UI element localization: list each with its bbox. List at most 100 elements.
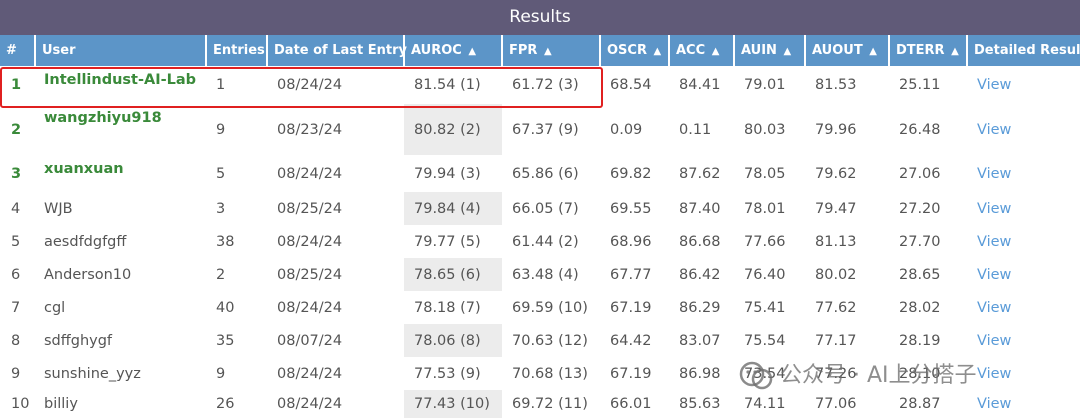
acc-cell: 84.41 — [679, 77, 721, 93]
dterr-cell: 26.48 — [899, 121, 941, 138]
header-auin-label: AUIN — [741, 43, 777, 58]
header-auroc[interactable]: AUROC ▲ — [404, 35, 503, 66]
date-cell: 08/24/24 — [277, 77, 343, 93]
rank-cell: 7 — [11, 299, 21, 316]
header-fpr[interactable]: FPR ▲ — [502, 35, 601, 66]
header-entries[interactable]: Entries — [206, 35, 268, 66]
fpr-cell: 70.68 (13) — [512, 365, 588, 382]
rank-cell: 5 — [11, 233, 21, 250]
date-cell: 08/24/24 — [277, 299, 343, 316]
fpr-cell: 69.59 (10) — [512, 299, 588, 316]
rank-cell: 1 — [11, 77, 22, 93]
rank-cell: 2 — [11, 121, 22, 138]
acc-cell: 86.98 — [679, 365, 721, 382]
acc-cell: 86.68 — [679, 233, 721, 250]
entries-cell: 40 — [216, 299, 235, 316]
user-cell: billiy — [44, 396, 78, 412]
header-user[interactable]: User — [35, 35, 207, 66]
header-date[interactable]: Date of Last Entry — [267, 35, 407, 66]
sort-ascending-icon: ▲ — [653, 46, 662, 57]
entries-cell: 5 — [216, 165, 226, 182]
table-row: 9 sunshine_yyz 9 08/24/24 77.53 (9) 70.6… — [0, 357, 1080, 390]
date-cell: 08/24/24 — [277, 396, 343, 412]
fpr-cell: 61.72 (3) — [512, 77, 579, 93]
view-link[interactable]: View — [967, 357, 1080, 390]
acc-cell: 86.29 — [679, 299, 721, 316]
view-link[interactable]: View — [967, 155, 1080, 192]
entries-cell: 2 — [216, 266, 226, 283]
oscr-cell: 68.54 — [610, 77, 652, 93]
user-cell: WJB — [44, 200, 73, 217]
fpr-cell: 61.44 (2) — [512, 233, 579, 250]
auout-cell: 79.96 — [815, 121, 857, 138]
fpr-cell: 66.05 (7) — [512, 200, 579, 217]
view-link[interactable]: View — [967, 258, 1080, 291]
rank-cell: 3 — [11, 165, 22, 182]
date-cell: 08/24/24 — [277, 365, 343, 382]
sort-ascending-icon: ▲ — [869, 46, 877, 57]
table-row: 7 cgl 40 08/24/24 78.18 (7) 69.59 (10) 6… — [0, 291, 1080, 324]
table-row: 1 Intellindust-AI-Lab 1 08/24/24 81.54 (… — [0, 66, 1080, 104]
auin-cell: 80.03 — [744, 121, 786, 138]
table-row: 5 aesdfdgfgff 38 08/24/24 79.77 (5) 61.4… — [0, 225, 1080, 258]
user-cell: sdffghygf — [44, 332, 113, 349]
header-dterr[interactable]: DTERR ▲ — [889, 35, 968, 66]
date-cell: 08/25/24 — [277, 200, 343, 217]
dterr-cell: 28.87 — [899, 396, 941, 412]
auout-cell: 77.06 — [815, 396, 857, 412]
date-cell: 08/25/24 — [277, 266, 343, 283]
fpr-cell: 67.37 (9) — [512, 121, 579, 138]
auout-cell: 79.62 — [815, 165, 857, 182]
user-cell: Intellindust-AI-Lab — [44, 72, 197, 88]
view-link[interactable]: View — [967, 324, 1080, 357]
auout-cell: 77.62 — [815, 299, 857, 316]
sort-ascending-icon: ▲ — [783, 46, 792, 57]
sort-ascending-icon: ▲ — [951, 46, 959, 57]
auroc-cell: 77.43 (10) — [404, 390, 502, 418]
auroc-cell: 81.54 (1) — [414, 77, 481, 93]
rank-cell: 10 — [11, 396, 30, 412]
oscr-cell: 67.19 — [610, 299, 652, 316]
rank-cell: 4 — [11, 200, 21, 217]
oscr-cell: 68.96 — [610, 233, 652, 250]
auroc-cell: 79.77 (5) — [414, 233, 481, 250]
acc-cell: 85.63 — [679, 396, 721, 412]
entries-cell: 26 — [216, 396, 235, 412]
dterr-cell: 28.65 — [899, 266, 941, 283]
rank-cell: 9 — [11, 365, 21, 382]
rank-cell: 6 — [11, 266, 21, 283]
acc-cell: 83.07 — [679, 332, 721, 349]
view-link[interactable]: View — [967, 390, 1080, 418]
auroc-cell: 78.18 (7) — [414, 299, 481, 316]
fpr-cell: 69.72 (11) — [512, 396, 588, 412]
user-cell: xuanxuan — [44, 161, 124, 177]
auin-cell: 74.11 — [744, 396, 786, 412]
dterr-cell: 27.20 — [899, 200, 941, 217]
auroc-cell: 79.94 (3) — [414, 165, 481, 182]
auroc-cell: 80.82 (2) — [404, 104, 502, 155]
oscr-cell: 69.55 — [610, 200, 652, 217]
header-detailed-results: Detailed Results — [967, 35, 1080, 66]
view-link[interactable]: View — [967, 291, 1080, 324]
auroc-cell: 79.84 (4) — [404, 192, 502, 225]
auin-cell: 78.01 — [744, 200, 786, 217]
oscr-cell: 67.19 — [610, 365, 652, 382]
fpr-cell: 65.86 (6) — [512, 165, 579, 182]
acc-cell: 87.40 — [679, 200, 721, 217]
acc-cell: 87.62 — [679, 165, 721, 182]
view-link[interactable]: View — [967, 192, 1080, 225]
view-link[interactable]: View — [967, 104, 1080, 155]
dterr-cell: 27.06 — [899, 165, 941, 182]
header-oscr[interactable]: OSCR ▲ — [600, 35, 670, 66]
view-link[interactable]: View — [967, 225, 1080, 258]
dterr-cell: 28.19 — [899, 332, 941, 349]
auout-cell: 81.53 — [815, 77, 857, 93]
header-auout[interactable]: AUOUT ▲ — [805, 35, 890, 66]
dterr-cell: 27.70 — [899, 233, 941, 250]
header-acc[interactable]: ACC ▲ — [669, 35, 735, 66]
date-cell: 08/07/24 — [277, 332, 343, 349]
header-auin[interactable]: AUIN ▲ — [734, 35, 806, 66]
header-rank[interactable]: # — [0, 35, 36, 66]
oscr-cell: 66.01 — [610, 396, 652, 412]
view-link[interactable]: View — [967, 66, 1080, 104]
